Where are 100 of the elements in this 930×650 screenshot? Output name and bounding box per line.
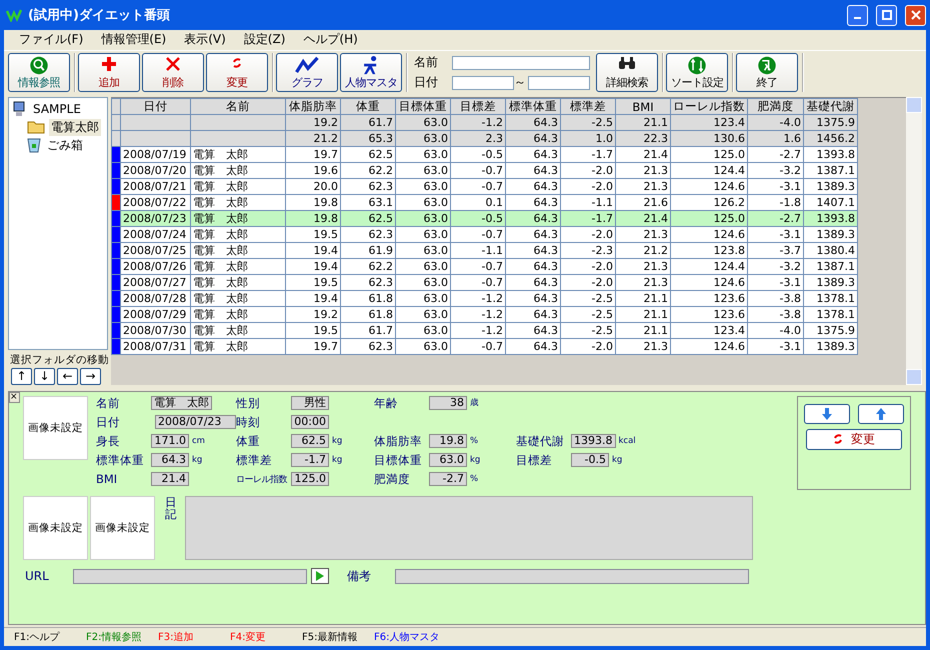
toolbar-button[interactable]: 追加 (78, 53, 140, 92)
menu-item[interactable]: ファイル(F) (10, 31, 92, 48)
table-cell: 61.9 (340, 242, 396, 259)
column-header[interactable]: ローレル指数 (670, 98, 748, 115)
table-cell: 19.4 (286, 290, 340, 307)
toolbar-button[interactable]: 削除 (142, 53, 204, 92)
tree-item[interactable]: ごみ箱 (45, 136, 85, 154)
value-field: 38 (429, 396, 467, 410)
unit-label: kg (192, 455, 202, 465)
table-cell: 19.7 (286, 338, 340, 355)
column-header[interactable]: 基礎代謝 (804, 98, 858, 115)
change-button[interactable]: 変更 (806, 428, 902, 450)
down-arrow-icon (822, 408, 832, 420)
table-cell: 1.0 (560, 130, 616, 147)
column-header[interactable]: 日付 (120, 98, 190, 115)
maximize-button[interactable] (876, 4, 897, 26)
menu-item[interactable]: 情報管理(E) (92, 31, 176, 48)
toolbar-button[interactable]: グラフ (276, 53, 338, 92)
arrow-button[interactable]: ↓ (34, 368, 55, 384)
diary-field[interactable] (184, 496, 752, 560)
table-cell: -2.0 (560, 274, 616, 291)
table-cell: 19.4 (286, 242, 340, 259)
url-field[interactable] (73, 568, 307, 584)
table-cell: -2.0 (560, 162, 616, 179)
table-cell: 123.4 (670, 114, 748, 131)
field-label: 目標差 (516, 452, 553, 468)
table-cell: 電算 太郎 (190, 194, 286, 211)
table-cell: 21.1 (616, 322, 670, 339)
column-header[interactable]: BMI (616, 98, 670, 115)
value-field: 2008/07/23 (155, 415, 236, 429)
toolbar-button[interactable]: 終了 (736, 53, 798, 92)
close-panel-button[interactable]: × (9, 392, 20, 402)
unit-label: % (470, 474, 478, 484)
down-button[interactable] (804, 404, 850, 424)
close-button[interactable] (905, 4, 926, 26)
table-cell: -1.7 (560, 146, 616, 163)
column-header[interactable]: 標準体重 (506, 98, 560, 115)
arrow-button[interactable]: ← (57, 368, 78, 384)
computer-icon (11, 101, 27, 118)
image-field[interactable]: 画像未設定 (90, 496, 155, 560)
table-cell: 62.3 (340, 274, 396, 291)
table-cell: 61.7 (340, 322, 396, 339)
column-header[interactable]: 標準差 (560, 98, 616, 115)
toolbar-button[interactable]: 詳細検索 (596, 53, 658, 92)
table-cell: 61.8 (340, 290, 396, 307)
table-cell: -3.8 (748, 306, 804, 323)
table-cell: 62.2 (340, 162, 396, 179)
table-cell: 62.2 (340, 258, 396, 275)
column-header[interactable]: 名前 (190, 98, 286, 115)
menu-item[interactable]: ヘルプ(H) (294, 31, 367, 48)
up-button[interactable] (858, 404, 904, 424)
toolbar-button[interactable]: ソート設定 (666, 53, 728, 92)
status-item: F1:ヘルプ (14, 630, 61, 644)
table-cell: -3.1 (748, 226, 804, 243)
table-cell: 電算 太郎 (190, 290, 286, 307)
table-cell: 64.3 (506, 290, 560, 307)
image-field[interactable]: 画像未設定 (23, 496, 88, 560)
table-cell: -1.1 (560, 194, 616, 211)
table-cell: 62.3 (340, 338, 396, 355)
tree-item[interactable]: 電算太郎 (49, 118, 101, 136)
note-field[interactable] (395, 568, 749, 584)
open-url-button[interactable] (311, 568, 329, 584)
field-label: 目標体重 (374, 452, 423, 468)
status-item: F6:人物マスタ (374, 631, 440, 644)
arrow-button[interactable]: → (80, 368, 101, 384)
tree-item[interactable]: SAMPLE (31, 102, 83, 116)
toolbar-button[interactable]: 変更 (206, 53, 268, 92)
column-header[interactable]: 目標差 (450, 98, 506, 115)
toolbar-button[interactable]: 人物マスタ (340, 53, 402, 92)
value-field: 21.4 (151, 472, 189, 486)
name-field[interactable] (452, 56, 590, 70)
table-cell: 19.8 (286, 210, 340, 227)
toolbar-button[interactable]: 情報参照 (8, 53, 70, 92)
table-cell: 62.3 (340, 226, 396, 243)
field-label: 性別 (236, 396, 261, 410)
column-header[interactable]: 体重 (340, 98, 396, 115)
table-cell: 19.5 (286, 322, 340, 339)
column-header[interactable]: 目標体重 (396, 98, 450, 115)
table-cell: 63.0 (396, 130, 450, 147)
table-cell: 電算 太郎 (190, 258, 286, 275)
table-cell: 63.0 (396, 114, 450, 131)
menu-item[interactable]: 表示(V) (175, 31, 235, 48)
table-cell: 63.0 (396, 290, 450, 307)
table-cell: 21.3 (616, 274, 670, 291)
table-cell: -3.8 (748, 290, 804, 307)
field-label: 名前 (414, 54, 438, 72)
plus-icon (101, 56, 117, 72)
minimize-button[interactable] (847, 4, 868, 26)
menu-item[interactable]: 設定(Z) (234, 31, 294, 48)
status-item: F3:追加 (158, 630, 194, 644)
table-cell: 64.3 (506, 146, 560, 163)
date-to-field[interactable] (528, 76, 590, 90)
table-cell: -1.7 (560, 210, 616, 227)
image-field[interactable]: 画像未設定 (23, 396, 88, 460)
column-header[interactable]: 体脂肪率 (286, 98, 340, 115)
table-cell: 19.2 (286, 114, 340, 131)
column-header[interactable]: 肥満度 (748, 98, 804, 115)
arrow-button[interactable]: ↑ (11, 368, 32, 384)
date-from-field[interactable] (452, 76, 514, 90)
table-cell: 電算 太郎 (190, 274, 286, 291)
